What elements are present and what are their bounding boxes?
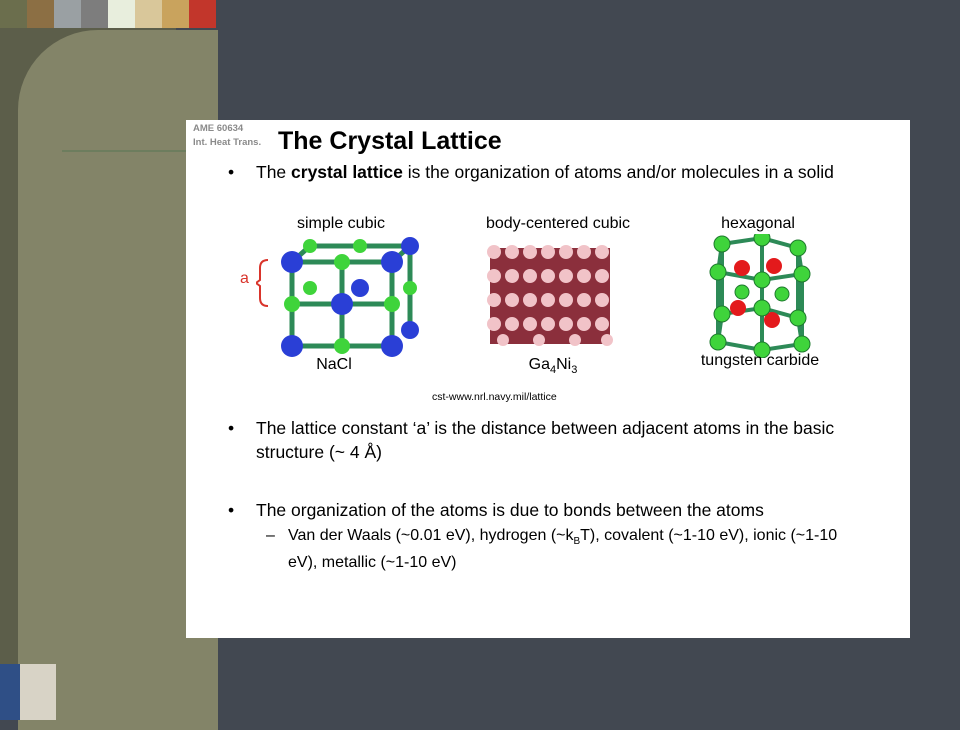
bullet-2-text: The lattice constant ‘a’ is the distance… <box>256 418 835 462</box>
label-hexagonal: hexagonal <box>721 215 795 232</box>
label-ga4ni3: Ga4Ni3 <box>528 356 578 377</box>
bullet-1-text: The crystal lattice is the organization … <box>256 162 834 182</box>
bullet-dot: • <box>228 162 235 182</box>
label-bcc: body-centered cubic <box>485 215 631 232</box>
ga4ni3-lattice-image <box>487 245 613 346</box>
thumbnail-image <box>0 0 27 28</box>
course-label: AME 60634 Int. Heat Trans. <box>193 122 261 150</box>
sub-bullet-dash: – <box>266 527 275 544</box>
thumbnail-image <box>108 0 135 28</box>
lattice-bracket <box>256 259 269 307</box>
header-divider <box>62 150 194 152</box>
course-code: AME 60634 <box>193 123 244 134</box>
label-simple-cubic: simple cubic <box>296 215 386 232</box>
thumbnail-image <box>189 0 216 28</box>
bottom-logo <box>0 664 56 720</box>
thumbnail-image <box>54 0 81 28</box>
image-credit: cst-www.nrl.navy.mil/lattice <box>432 391 557 403</box>
bullet-3-text: The organization of the atoms is due to … <box>256 500 764 520</box>
thumbnail-image <box>162 0 189 28</box>
lattice-constant-label: a <box>240 270 249 287</box>
nacl-lattice-image <box>281 237 419 357</box>
thumbnail-image <box>27 0 54 28</box>
slide-title: The Crystal Lattice <box>278 127 502 155</box>
bullet-dot: • <box>228 418 235 438</box>
thumbnail-image <box>81 0 108 28</box>
tungsten-carbide-lattice-image <box>709 234 811 358</box>
slide: AME 60634 Int. Heat Trans. The Crystal L… <box>186 120 910 638</box>
label-nacl: NaCl <box>316 356 352 373</box>
logo-strip <box>0 0 216 28</box>
logo-image <box>0 664 20 720</box>
sub-bullet-text: Van der Waals (~0.01 eV), hydrogen (~kBT… <box>288 527 838 572</box>
label-tungsten-carbide: tungsten carbide <box>700 352 820 369</box>
course-name: Int. Heat Trans. <box>193 137 262 148</box>
bullet-dot: • <box>228 500 235 520</box>
thumbnail-image <box>135 0 162 28</box>
bust-image <box>20 664 56 720</box>
